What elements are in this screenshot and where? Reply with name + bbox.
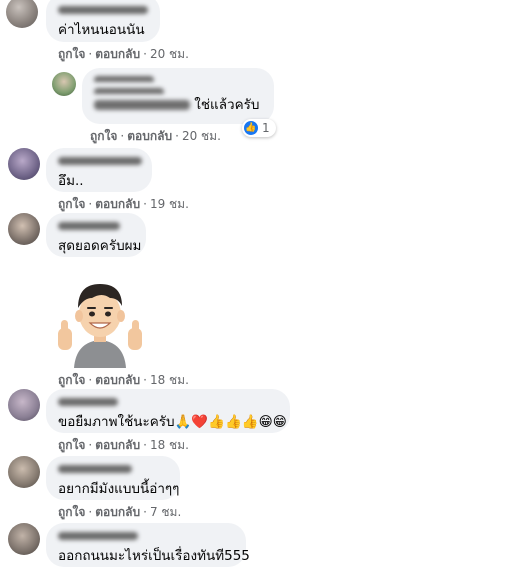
comment-actions: ถูกใจ · ตอบกลับ · 18 ชม. [58, 438, 189, 452]
reply-tag-redacted[interactable] [94, 86, 164, 94]
comment-actions: ถูกใจ · ตอบกลับ · 18 ชม. [58, 373, 189, 387]
comment-text: อึม.. [58, 173, 84, 189]
like-link[interactable]: ถูกใจ [58, 197, 85, 211]
like-link[interactable]: ถูกใจ [58, 505, 85, 519]
reply-link[interactable]: ตอบกลับ [95, 197, 140, 211]
reply-link[interactable]: ตอบกลับ [127, 129, 172, 143]
reply-actions: ถูกใจ · ตอบกลับ · 20 ชม. [90, 129, 221, 143]
comment-time[interactable]: 20 ชม. [182, 129, 221, 143]
commenter-avatar[interactable] [8, 523, 40, 555]
comment-bubble: ขอยืมภาพใช้นะครับ🙏❤️👍👍👍😁😁 [46, 389, 290, 433]
like-reaction-icon: 👍 [244, 121, 258, 135]
like-link[interactable]: ถูกใจ [58, 438, 85, 452]
commenter-name-redacted[interactable] [58, 396, 118, 408]
like-link[interactable]: ถูกใจ [58, 47, 85, 61]
comment-time[interactable]: 18 ชม. [150, 373, 189, 387]
reply-avatar[interactable] [52, 72, 76, 96]
reply-link[interactable]: ตอบกลับ [95, 505, 140, 519]
thumbs-up-cartoon-icon [58, 284, 142, 368]
reaction-count[interactable]: 👍 1 [242, 119, 276, 137]
comment-text: อยากมีมังแบบนี้อ่าๆๆ [58, 481, 180, 497]
commenter-name-redacted[interactable] [58, 463, 132, 475]
commenter-name-redacted[interactable] [58, 155, 142, 167]
comment-text: ขอยืมภาพใช้นะครับ🙏❤️👍👍👍😁😁 [58, 414, 287, 430]
reply-link[interactable]: ตอบกลับ [95, 47, 140, 61]
commenter-avatar[interactable] [8, 213, 40, 245]
commenter-avatar[interactable] [8, 389, 40, 421]
reply-text: ใช่แล้วครับ [194, 97, 260, 113]
comment-time[interactable]: 20 ชม. [150, 47, 189, 61]
reply-author-redacted[interactable] [94, 74, 154, 82]
comment-bubble: ออกถนนมะไหร่เป็นเรื่องทันที555 [46, 523, 250, 567]
comment-bubble: สุดยอดครับผม [46, 213, 146, 257]
comment-time[interactable]: 18 ชม. [150, 438, 189, 452]
comment-time[interactable]: 19 ชม. [150, 197, 189, 211]
reply-link[interactable]: ตอบกลับ [95, 373, 140, 387]
tagged-user-redacted[interactable] [94, 100, 190, 110]
comment-bubble: อึม.. [46, 148, 152, 192]
sticker-image [52, 276, 148, 368]
commenter-name-redacted[interactable] [58, 220, 120, 232]
comment-time[interactable]: 7 ชม. [150, 505, 181, 519]
comment-actions: ถูกใจ · ตอบกลับ · 19 ชม. [58, 197, 189, 211]
comment-text: สุดยอดครับผม [58, 238, 142, 254]
comment-bubble: อยากมีมังแบบนี้อ่าๆๆ [46, 456, 180, 500]
reply-link[interactable]: ตอบกลับ [95, 438, 140, 452]
commenter-name-redacted[interactable] [58, 530, 138, 542]
like-link[interactable]: ถูกใจ [58, 373, 85, 387]
commenter-avatar[interactable] [8, 148, 40, 180]
comment-bubble: ค่าไหนนอนนัน [46, 0, 160, 42]
comment-text: ค่าไหนนอนนัน [58, 22, 145, 38]
comment-actions: ถูกใจ · ตอบกลับ · 7 ชม. [58, 505, 182, 519]
commenter-avatar[interactable] [8, 456, 40, 488]
comment-actions: ถูกใจ · ตอบกลับ · 20 ชม. [58, 47, 189, 61]
like-link[interactable]: ถูกใจ [90, 129, 117, 143]
comment-text: ออกถนนมะไหร่เป็นเรื่องทันที555 [58, 548, 250, 564]
commenter-avatar[interactable] [6, 0, 38, 28]
reply-bubble: ใช่แล้วครับ [82, 68, 274, 124]
commenter-name-redacted[interactable] [58, 4, 148, 16]
